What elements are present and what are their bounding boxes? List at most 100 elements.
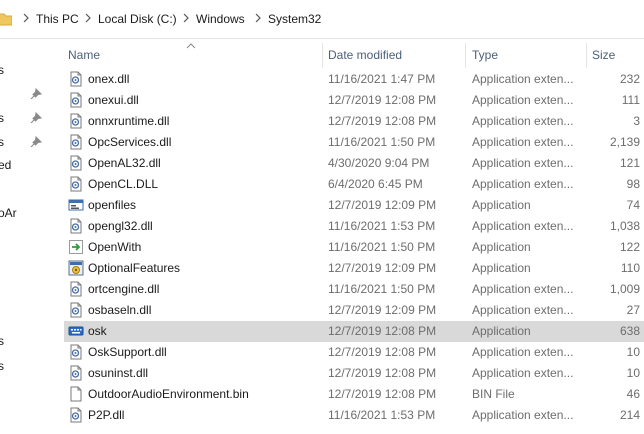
breadcrumb-system32[interactable]: System32 <box>268 12 321 26</box>
file-row[interactable]: onnxruntime.dll 12/7/2019 12:08 PM Applica… <box>64 111 644 132</box>
file-row[interactable]: onexui.dll 12/7/2019 12:08 PM Application … <box>64 90 644 111</box>
file-row[interactable]: osk 12/7/2019 12:08 PM Application 638 <box>64 321 644 342</box>
column-header-name[interactable]: Name <box>68 48 100 62</box>
pin-icon[interactable] <box>30 135 43 148</box>
file-size: 46 <box>626 387 640 401</box>
chevron-right-icon[interactable] <box>22 11 30 25</box>
blank-file-icon <box>68 386 84 402</box>
file-row[interactable]: openfiles 12/7/2019 12:09 PM Application 74 <box>64 195 644 216</box>
chevron-right-icon[interactable] <box>84 11 92 25</box>
nav-item-fragment[interactable]: ed <box>0 158 11 172</box>
file-type: Application exten... <box>472 282 574 296</box>
file-size: 111 <box>621 93 640 107</box>
file-type: Application exten... <box>472 177 574 191</box>
pin-icon[interactable] <box>30 111 43 124</box>
nav-item-fragment[interactable]: oAr <box>0 206 17 220</box>
file-type: BIN File <box>472 387 515 401</box>
pin-icon[interactable] <box>30 87 43 100</box>
file-type: Application exten... <box>472 93 574 107</box>
file-row[interactable]: OpenCL.DLL 6/4/2020 6:45 PM Application ex… <box>64 174 644 195</box>
dll-file-icon <box>68 155 84 171</box>
column-header-date[interactable]: Date modified <box>328 48 402 62</box>
file-size: 27 <box>626 303 640 317</box>
sort-ascending-icon <box>186 39 196 49</box>
file-size: 1,009 <box>609 282 640 296</box>
breadcrumb-windows[interactable]: Windows <box>196 12 245 26</box>
file-name: opengl32.dll <box>88 219 153 233</box>
folder-icon <box>0 11 13 27</box>
file-row[interactable]: OutdoorAudioEnvironment.bin 12/7/2019 12:… <box>64 384 644 405</box>
file-size: 121 <box>619 156 640 170</box>
file-date-modified: 4/30/2020 9:04 PM <box>328 156 430 170</box>
dll-file-icon <box>68 134 84 150</box>
file-row[interactable]: OpenAL32.dll 4/30/2020 9:04 PM Application… <box>64 153 644 174</box>
file-date-modified: 12/7/2019 12:09 PM <box>328 198 437 212</box>
file-date-modified: 12/7/2019 12:08 PM <box>328 345 437 359</box>
file-date-modified: 12/7/2019 12:08 PM <box>328 324 437 338</box>
file-row[interactable]: OskSupport.dll 12/7/2019 12:08 PM Applicat… <box>64 342 644 363</box>
file-date-modified: 11/16/2021 1:53 PM <box>328 219 436 233</box>
file-size: 1,038 <box>609 219 640 233</box>
file-name: OpcServices.dll <box>88 135 172 149</box>
column-divider[interactable] <box>465 43 466 68</box>
file-type: Application exten... <box>472 219 574 233</box>
file-name: onexui.dll <box>88 93 139 107</box>
nav-item-fragment[interactable]: s <box>0 334 4 348</box>
nav-item-fragment[interactable]: s <box>0 135 4 149</box>
file-name: OptionalFeatures <box>88 261 181 275</box>
file-row[interactable]: osuninst.dll 12/7/2019 12:08 PM Applicatio… <box>64 363 644 384</box>
file-name: OpenWith <box>88 240 142 254</box>
file-size: 10 <box>626 366 640 380</box>
openwith-arrow-icon <box>68 239 84 255</box>
file-name: osk <box>88 324 107 338</box>
file-name: P2P.dll <box>88 408 125 422</box>
nav-item-fragment[interactable]: s <box>0 63 4 77</box>
chevron-right-icon[interactable] <box>182 11 190 25</box>
column-header-row: Name Date modified Type Size <box>58 39 644 69</box>
dll-file-icon <box>68 281 84 297</box>
file-row[interactable]: OptionalFeatures 12/7/2019 12:09 PM Applic… <box>64 258 644 279</box>
file-size: 98 <box>626 177 640 191</box>
dll-file-icon <box>68 344 84 360</box>
file-name: OutdoorAudioEnvironment.bin <box>88 387 249 401</box>
file-date-modified: 12/7/2019 12:09 PM <box>328 303 437 317</box>
file-date-modified: 12/7/2019 12:08 PM <box>328 366 437 380</box>
file-name: OskSupport.dll <box>88 345 167 359</box>
file-type: Application exten... <box>472 345 574 359</box>
file-row[interactable]: onex.dll 11/16/2021 1:47 PM Application ex… <box>64 69 644 90</box>
file-name: osuninst.dll <box>88 366 149 380</box>
dll-file-icon <box>68 71 84 87</box>
file-row[interactable]: opengl32.dll 11/16/2021 1:53 PM Applicatio… <box>64 216 644 237</box>
file-date-modified: 11/16/2021 1:50 PM <box>328 135 436 149</box>
column-header-size[interactable]: Size <box>592 48 615 62</box>
file-date-modified: 11/16/2021 1:50 PM <box>328 240 436 254</box>
file-type: Application <box>472 261 531 275</box>
file-size: 3 <box>633 114 640 128</box>
breadcrumb-local-disk[interactable]: Local Disk (C:) <box>98 12 177 26</box>
file-row[interactable]: P2P.dll 11/16/2021 1:53 PM Application ext… <box>64 405 644 426</box>
file-name: ortcengine.dll <box>88 282 160 296</box>
column-header-type[interactable]: Type <box>472 48 498 62</box>
file-date-modified: 11/16/2021 1:50 PM <box>328 282 436 296</box>
nav-item-fragment[interactable]: s <box>0 359 4 373</box>
file-date-modified: 6/4/2020 6:45 PM <box>328 177 423 191</box>
column-divider[interactable] <box>322 43 323 68</box>
file-row[interactable]: OpenWith 11/16/2021 1:50 PM Application 122 <box>64 237 644 258</box>
dll-file-icon <box>68 218 84 234</box>
chevron-right-icon[interactable] <box>254 11 262 25</box>
address-bar[interactable]: This PC Local Disk (C:) Windows System32 <box>0 0 644 39</box>
file-size: 74 <box>626 198 640 212</box>
nav-item-fragment[interactable]: s <box>0 111 4 125</box>
file-size: 232 <box>619 72 640 86</box>
file-type: Application <box>472 324 531 338</box>
file-row[interactable]: osbaseln.dll 12/7/2019 12:09 PM Applicatio… <box>64 300 644 321</box>
file-size: 2,139 <box>609 135 640 149</box>
breadcrumb-this-pc[interactable]: This PC <box>36 12 79 26</box>
file-size: 122 <box>619 240 640 254</box>
column-divider[interactable] <box>586 43 587 68</box>
dll-file-icon <box>68 113 84 129</box>
file-name: onex.dll <box>88 72 130 86</box>
file-row[interactable]: OpcServices.dll 11/16/2021 1:50 PM Applica… <box>64 132 644 153</box>
file-row[interactable]: ortcengine.dll 11/16/2021 1:50 PM Applicat… <box>64 279 644 300</box>
dll-file-icon <box>68 302 84 318</box>
